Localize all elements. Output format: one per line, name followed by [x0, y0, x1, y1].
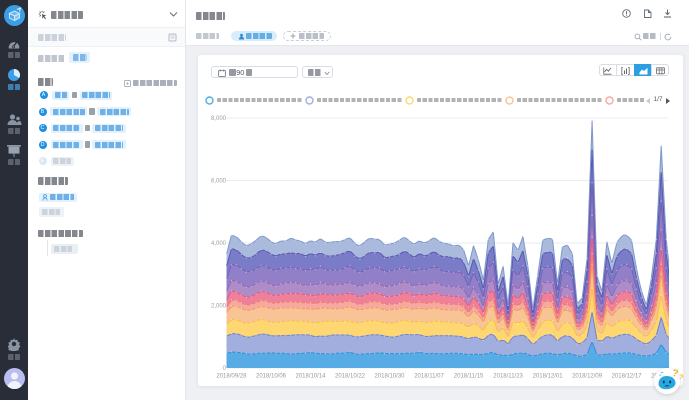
- svg-text:?: ?: [677, 372, 685, 382]
- svg-text:2018/10/06: 2018/10/06: [256, 374, 287, 380]
- svg-text:6,000: 6,000: [211, 179, 227, 185]
- svg-text:2018/10/30: 2018/10/30: [374, 374, 405, 380]
- svg-text:2018/12/17: 2018/12/17: [612, 374, 643, 380]
- svg-text:2018/11/23: 2018/11/23: [493, 374, 523, 380]
- svg-text:2018/10/22: 2018/10/22: [335, 374, 366, 380]
- svg-text:2018/12/09: 2018/12/09: [572, 374, 603, 380]
- svg-text:4,000: 4,000: [211, 241, 227, 247]
- svg-text:8,000: 8,000: [211, 116, 227, 122]
- svg-text:2,000: 2,000: [211, 304, 227, 310]
- svg-text:2018/12/01: 2018/12/01: [533, 374, 564, 380]
- svg-text:0: 0: [223, 366, 227, 372]
- svg-text:2018/11/07: 2018/11/07: [414, 374, 444, 380]
- svg-text:2018/11/15: 2018/11/15: [454, 374, 484, 380]
- svg-text:2018/09/28: 2018/09/28: [216, 374, 247, 380]
- svg-text:2018/10/14: 2018/10/14: [295, 374, 326, 380]
